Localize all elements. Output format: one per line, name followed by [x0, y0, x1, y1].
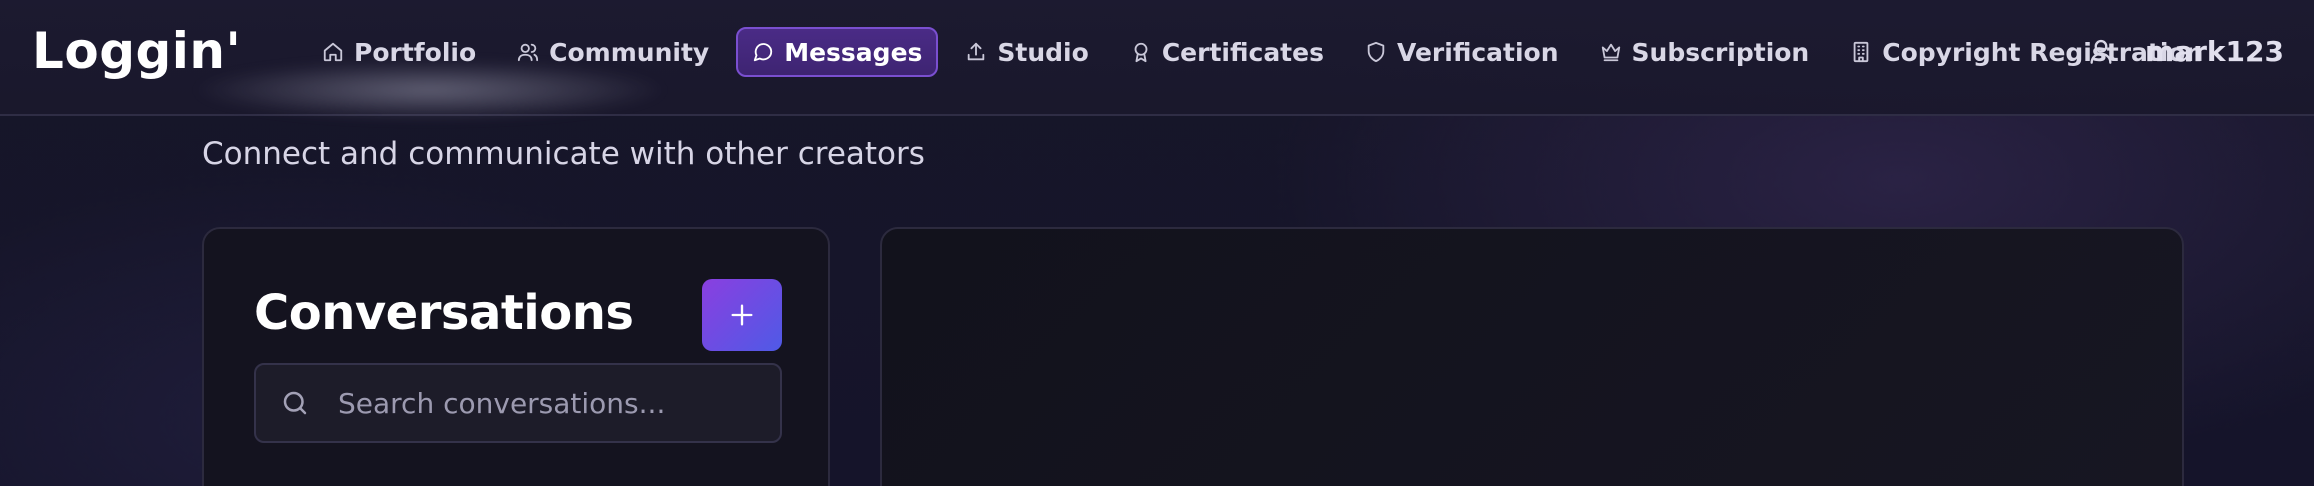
nav-item-label: Community	[549, 37, 710, 67]
conversation-search	[254, 363, 782, 443]
crown-icon	[1600, 41, 1622, 63]
chat-panel	[880, 227, 2184, 486]
conversations-panel: Conversations	[202, 227, 830, 486]
user-icon	[2087, 37, 2115, 65]
nav-item-portfolio[interactable]: Portfolio	[308, 27, 490, 77]
brand-logo[interactable]: Loggin'	[32, 22, 241, 80]
nav-item-community[interactable]: Community	[503, 27, 723, 77]
new-conversation-button[interactable]	[702, 279, 782, 351]
nav-item-label: Verification	[1396, 37, 1559, 67]
plus-icon	[731, 304, 753, 326]
nav-item-studio[interactable]: Studio	[951, 27, 1102, 77]
main-nav: Portfolio Community Messages Studio Cert…	[308, 26, 2230, 78]
award-icon	[1130, 41, 1152, 63]
nav-item-label: Certificates	[1161, 37, 1324, 67]
page-subtitle: Connect and communicate with other creat…	[202, 136, 925, 172]
nav-item-subscription[interactable]: Subscription	[1586, 27, 1824, 77]
search-icon	[280, 388, 310, 418]
message-circle-icon	[752, 41, 774, 63]
username: mark123	[2145, 34, 2284, 68]
nav-item-label: Subscription	[1631, 37, 1810, 67]
user-menu[interactable]: mark123	[2087, 26, 2284, 76]
nav-item-certificates[interactable]: Certificates	[1116, 27, 1338, 77]
nav-item-label: Studio	[997, 37, 1089, 67]
nav-item-messages[interactable]: Messages	[736, 27, 939, 77]
nav-item-verification[interactable]: Verification	[1351, 27, 1573, 77]
building-icon	[1850, 41, 1872, 63]
shield-icon	[1365, 41, 1387, 63]
top-navigation-bar: Loggin' Portfolio Community Messages Stu…	[0, 0, 2314, 120]
users-icon	[517, 41, 539, 63]
nav-item-label: Messages	[784, 37, 923, 67]
conversations-title: Conversations	[254, 285, 634, 341]
nav-item-label: Portfolio	[354, 37, 477, 67]
search-input[interactable]	[336, 364, 780, 442]
home-icon	[322, 41, 344, 63]
upload-icon	[965, 41, 987, 63]
